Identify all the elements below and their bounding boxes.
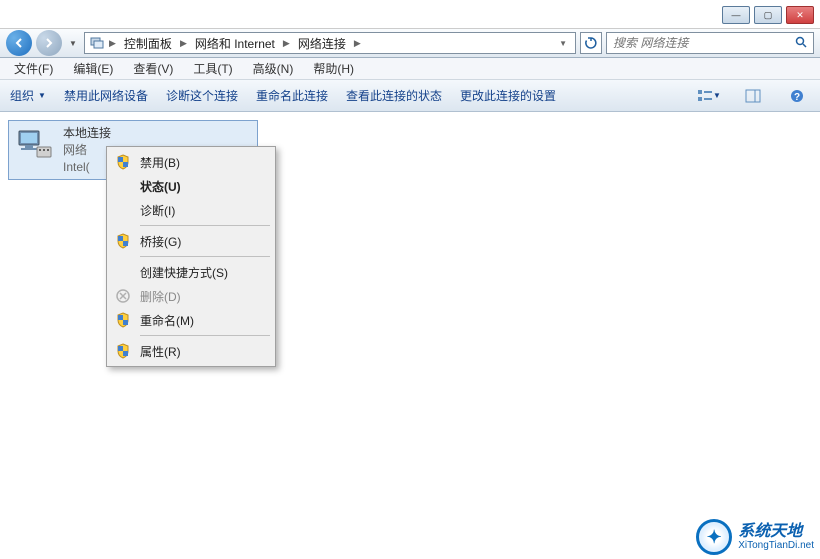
context-menu-separator bbox=[140, 225, 270, 226]
context-menu-item[interactable]: 属性(R) bbox=[110, 339, 272, 363]
address-bar[interactable]: ▶ 控制面板 ▶ 网络和 Internet ▶ 网络连接 ▶ ▼ bbox=[84, 32, 576, 54]
context-menu-separator bbox=[140, 335, 270, 336]
context-menu-separator bbox=[140, 256, 270, 257]
context-menu: 禁用(B) 状态(U) 诊断(I) 桥接(G) 创建快捷方式(S) 删除(D) 重命名(M)… bbox=[106, 146, 276, 367]
context-menu-label: 桥接(G) bbox=[140, 233, 181, 250]
shield-icon bbox=[114, 153, 132, 171]
context-menu-item[interactable]: 状态(U) bbox=[110, 174, 272, 198]
menu-advanced[interactable]: 高级(N) bbox=[247, 58, 300, 79]
connection-adapter: Intel( bbox=[63, 159, 111, 176]
search-box[interactable] bbox=[606, 32, 814, 54]
connection-status: 网络 bbox=[63, 142, 111, 159]
blank-icon bbox=[114, 201, 132, 219]
connection-title: 本地连接 bbox=[63, 125, 111, 142]
chevron-down-icon: ▼ bbox=[38, 91, 46, 100]
maximize-button[interactable]: ▢ bbox=[754, 6, 782, 24]
delete-icon bbox=[114, 287, 132, 305]
shield-icon bbox=[114, 342, 132, 360]
breadcrumb-item[interactable]: 控制面板 bbox=[120, 35, 176, 52]
help-icon: ? bbox=[790, 89, 804, 103]
shield-icon bbox=[114, 232, 132, 250]
toolbar-organize[interactable]: 组织 ▼ bbox=[10, 87, 46, 104]
menu-edit[interactable]: 编辑(E) bbox=[67, 58, 119, 79]
toolbar-diagnose[interactable]: 诊断这个连接 bbox=[166, 87, 238, 104]
context-menu-item[interactable]: 桥接(G) bbox=[110, 229, 272, 253]
menu-tools[interactable]: 工具(T) bbox=[187, 58, 238, 79]
refresh-icon bbox=[584, 36, 598, 50]
toolbar-rename[interactable]: 重命名此连接 bbox=[256, 87, 328, 104]
arrow-right-icon bbox=[43, 37, 55, 49]
search-input[interactable] bbox=[613, 36, 795, 50]
toolbar-view-status[interactable]: 查看此连接的状态 bbox=[346, 87, 442, 104]
preview-pane-button[interactable] bbox=[740, 85, 766, 107]
toolbar-disable-device[interactable]: 禁用此网络设备 bbox=[64, 87, 148, 104]
context-menu-label: 状态(U) bbox=[140, 178, 181, 195]
context-menu-label: 删除(D) bbox=[140, 288, 181, 305]
context-menu-item[interactable]: 创建快捷方式(S) bbox=[110, 260, 272, 284]
context-menu-label: 重命名(M) bbox=[140, 312, 194, 329]
ethernet-icon bbox=[15, 125, 55, 165]
shield-icon bbox=[114, 311, 132, 329]
watermark-title: 系统天地 bbox=[738, 523, 814, 541]
breadcrumb-sep: ▶ bbox=[283, 38, 290, 49]
breadcrumb-sep: ▶ bbox=[354, 38, 361, 49]
svg-text:?: ? bbox=[794, 92, 800, 103]
blank-icon bbox=[114, 177, 132, 195]
address-dropdown[interactable]: ▼ bbox=[555, 39, 571, 48]
context-menu-item[interactable]: 诊断(I) bbox=[110, 198, 272, 222]
watermark: ✦ 系统天地 XiTongTianDi.net bbox=[696, 519, 814, 555]
search-icon bbox=[795, 36, 807, 51]
watermark-logo-icon: ✦ bbox=[696, 519, 732, 555]
breadcrumb-sep: ▶ bbox=[109, 38, 116, 49]
blank-icon bbox=[114, 263, 132, 281]
context-menu-label: 诊断(I) bbox=[140, 202, 175, 219]
menu-help[interactable]: 帮助(H) bbox=[307, 58, 360, 79]
watermark-url: XiTongTianDi.net bbox=[738, 540, 814, 551]
chevron-down-icon: ▼ bbox=[713, 91, 721, 100]
context-menu-label: 禁用(B) bbox=[140, 154, 180, 171]
help-button[interactable]: ? bbox=[784, 85, 810, 107]
forward-button[interactable] bbox=[36, 30, 62, 56]
toolbar-organize-label: 组织 bbox=[10, 87, 34, 104]
menu-bar: 文件(F) 编辑(E) 查看(V) 工具(T) 高级(N) 帮助(H) bbox=[0, 58, 820, 80]
pane-icon bbox=[745, 89, 761, 103]
refresh-button[interactable] bbox=[580, 32, 602, 54]
history-dropdown[interactable]: ▼ bbox=[66, 33, 80, 53]
view-options-button[interactable]: ▼ bbox=[696, 85, 722, 107]
context-menu-item[interactable]: 禁用(B) bbox=[110, 150, 272, 174]
context-menu-item: 删除(D) bbox=[110, 284, 272, 308]
toolbar: 组织 ▼ 禁用此网络设备 诊断这个连接 重命名此连接 查看此连接的状态 更改此连… bbox=[0, 80, 820, 112]
close-button[interactable]: ✕ bbox=[786, 6, 814, 24]
menu-view[interactable]: 查看(V) bbox=[127, 58, 179, 79]
toolbar-change-settings[interactable]: 更改此连接的设置 bbox=[460, 87, 556, 104]
minimize-button[interactable]: — bbox=[722, 6, 750, 24]
context-menu-label: 创建快捷方式(S) bbox=[140, 264, 228, 281]
window-controls: — ▢ ✕ bbox=[722, 6, 814, 24]
breadcrumb-item[interactable]: 网络和 Internet bbox=[191, 35, 279, 52]
navigation-bar: ▼ ▶ 控制面板 ▶ 网络和 Internet ▶ 网络连接 ▶ ▼ bbox=[0, 28, 820, 58]
back-button[interactable] bbox=[6, 30, 32, 56]
arrow-left-icon bbox=[13, 37, 25, 49]
breadcrumb-item[interactable]: 网络连接 bbox=[294, 35, 350, 52]
menu-file[interactable]: 文件(F) bbox=[8, 58, 59, 79]
context-menu-item[interactable]: 重命名(M) bbox=[110, 308, 272, 332]
breadcrumb-sep: ▶ bbox=[180, 38, 187, 49]
context-menu-label: 属性(R) bbox=[140, 343, 181, 360]
view-icon bbox=[697, 89, 713, 103]
network-folder-icon bbox=[89, 35, 105, 51]
